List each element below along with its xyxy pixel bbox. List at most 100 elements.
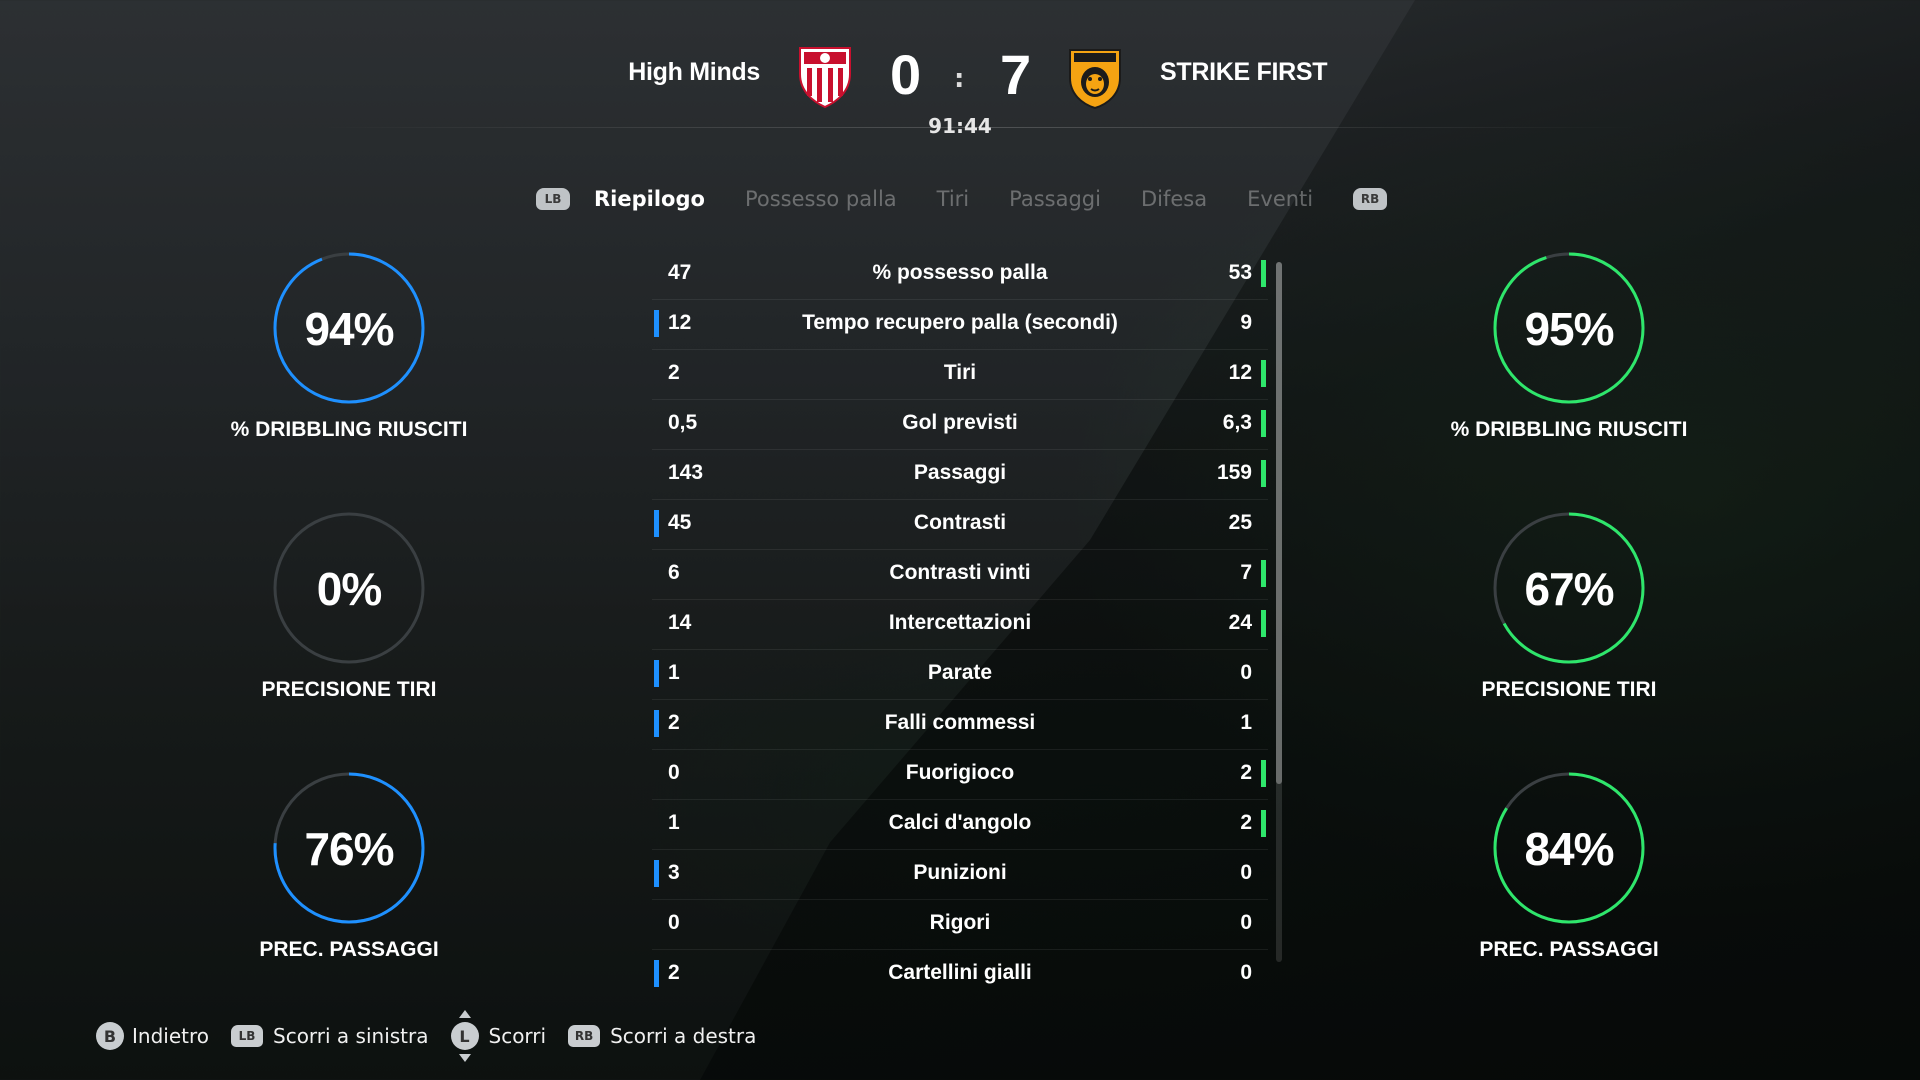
home-score: 0 bbox=[890, 43, 922, 106]
away-leader-marker bbox=[1261, 410, 1266, 437]
back-hint[interactable]: B Indietro bbox=[96, 1022, 209, 1050]
stat-label: % possesso palla bbox=[872, 261, 1048, 284]
stat-away-value: 7 bbox=[1240, 561, 1252, 584]
gauge-value: 95% bbox=[1524, 303, 1614, 355]
rb-button-icon: RB bbox=[568, 1025, 601, 1047]
tab-riepilogo[interactable]: Riepilogo bbox=[594, 187, 705, 211]
stat-away-value: 2 bbox=[1240, 811, 1252, 834]
stat-away-value: 0 bbox=[1240, 911, 1252, 934]
gauge-value: 67% bbox=[1524, 563, 1614, 615]
tab-tiri[interactable]: Tiri bbox=[937, 187, 969, 211]
stat-row: 1 Calci d'angolo 2 bbox=[652, 800, 1268, 850]
stat-label: Contrasti vinti bbox=[889, 561, 1031, 584]
stat-label: Passaggi bbox=[913, 461, 1007, 484]
scroll-hint[interactable]: L Scorri bbox=[450, 1010, 547, 1062]
rb-button-icon[interactable]: RB bbox=[1353, 188, 1388, 210]
stat-gauge: 76% PREC. PASSAGGI bbox=[199, 770, 499, 970]
stat-row: 143 Passaggi 159 bbox=[652, 450, 1268, 500]
stat-label: Calci d'angolo bbox=[888, 811, 1032, 834]
stat-row: 2 Tiri 12 bbox=[652, 350, 1268, 400]
scroll-left-label: Scorri a sinistra bbox=[273, 1024, 429, 1048]
stat-gauge: 84% PREC. PASSAGGI bbox=[1419, 770, 1719, 970]
gauge-label: PREC. PASSAGGI bbox=[1479, 938, 1659, 961]
gauge-value: 0% bbox=[316, 563, 382, 615]
away-leader-marker bbox=[1261, 460, 1266, 487]
stat-row: 0 Fuorigioco 2 bbox=[652, 750, 1268, 800]
gauge-value: 76% bbox=[304, 823, 394, 875]
stat-row: 2 Falli commessi 1 bbox=[652, 700, 1268, 750]
stat-row: 12 Tempo recupero palla (secondi) 9 bbox=[652, 300, 1268, 350]
gauge-label: PRECISIONE TIRI bbox=[1481, 678, 1657, 701]
away-leader-marker bbox=[1261, 760, 1266, 787]
home-team-name: High Minds bbox=[628, 58, 760, 86]
stat-label: Tempo recupero palla (secondi) bbox=[802, 311, 1118, 334]
stat-away-value: 1 bbox=[1240, 711, 1252, 734]
stat-row: 2 Cartellini gialli 0 bbox=[652, 950, 1268, 999]
match-header: High Minds 0 : 7 STRIKE FIRST 91:44 bbox=[0, 0, 1920, 150]
header-divider bbox=[320, 127, 1640, 128]
stat-label: Cartellini gialli bbox=[888, 961, 1032, 984]
back-label: Indietro bbox=[132, 1024, 209, 1048]
match-clock: 91:44 bbox=[928, 114, 992, 138]
away-leader-marker bbox=[1261, 810, 1266, 837]
stats-tab-bar: LB Riepilogo Possesso palla Tiri Passagg… bbox=[536, 184, 1388, 214]
stat-row: 3 Punizioni 0 bbox=[652, 850, 1268, 900]
stats-scrollbar-thumb[interactable] bbox=[1276, 262, 1282, 784]
gauge-label: % DRIBBLING RIUSCITI bbox=[230, 418, 468, 441]
gauge-label: % DRIBBLING RIUSCITI bbox=[1450, 418, 1688, 441]
stat-away-value: 0 bbox=[1240, 661, 1252, 684]
stat-away-value: 12 bbox=[1228, 361, 1252, 384]
gauge-value: 84% bbox=[1524, 823, 1614, 875]
stats-scrollbar[interactable] bbox=[1276, 262, 1282, 962]
scroll-right-hint[interactable]: RB Scorri a destra bbox=[568, 1024, 756, 1048]
stat-row: 1 Parate 0 bbox=[652, 650, 1268, 700]
stat-row: 47% possesso palla 53 bbox=[652, 250, 1268, 300]
stats-table[interactable]: 47% possesso palla 53 12 Tempo recupero pal… bbox=[652, 250, 1268, 999]
away-leader-marker bbox=[1261, 360, 1266, 387]
stat-away-value: 24 bbox=[1228, 611, 1252, 634]
tab-passaggi[interactable]: Passaggi bbox=[1009, 187, 1101, 211]
scroll-left-hint[interactable]: LB Scorri a sinistra bbox=[231, 1024, 429, 1048]
stat-label: Tiri bbox=[943, 361, 977, 384]
tab-eventi[interactable]: Eventi bbox=[1247, 187, 1313, 211]
stat-label: Gol previsti bbox=[902, 411, 1018, 434]
away-score: 7 bbox=[1000, 43, 1032, 106]
score-separator: : bbox=[954, 64, 965, 94]
b-button-icon: B bbox=[96, 1022, 124, 1050]
scroll-right-label: Scorri a destra bbox=[610, 1024, 757, 1048]
left-stick-icon: L bbox=[450, 1010, 479, 1062]
stat-label: Parate bbox=[927, 661, 993, 684]
stat-row: 6 Contrasti vinti 7 bbox=[652, 550, 1268, 600]
stat-away-value: 25 bbox=[1228, 511, 1252, 534]
stat-label: Rigori bbox=[929, 911, 991, 934]
lb-button-icon: LB bbox=[231, 1025, 263, 1047]
tab-difesa[interactable]: Difesa bbox=[1141, 187, 1207, 211]
stat-away-value: 0 bbox=[1240, 861, 1252, 884]
stat-row: 14 Intercettazioni 24 bbox=[652, 600, 1268, 650]
lb-button-icon[interactable]: LB bbox=[536, 188, 570, 210]
stat-label: Falli commessi bbox=[884, 711, 1036, 734]
stat-label: Fuorigioco bbox=[905, 761, 1015, 784]
away-team-name: STRIKE FIRST bbox=[1160, 58, 1328, 86]
gauge-label: PREC. PASSAGGI bbox=[259, 938, 439, 961]
gauge-value: 94% bbox=[304, 303, 394, 355]
stat-gauge: 95% % DRIBBLING RIUSCITI bbox=[1419, 250, 1719, 450]
stat-gauge: 94% % DRIBBLING RIUSCITI bbox=[199, 250, 499, 450]
sevilla-crest-icon bbox=[799, 47, 851, 109]
away-leader-marker bbox=[1261, 260, 1266, 287]
stat-away-value: 159 bbox=[1216, 461, 1252, 484]
stat-away-value: 6,3 bbox=[1222, 411, 1252, 434]
tab-possesso-palla[interactable]: Possesso palla bbox=[745, 187, 897, 211]
stat-gauge: 67% PRECISIONE TIRI bbox=[1419, 510, 1719, 710]
stat-row: 45 Contrasti 25 bbox=[652, 500, 1268, 550]
stat-away-value: 2 bbox=[1240, 761, 1252, 784]
gauge-label: PRECISIONE TIRI bbox=[261, 678, 437, 701]
stat-label: Punizioni bbox=[913, 861, 1007, 884]
scroll-label: Scorri bbox=[488, 1024, 547, 1048]
away-leader-marker bbox=[1261, 560, 1266, 587]
controller-hints: B Indietro LB Scorri a sinistra L Scorri… bbox=[96, 1010, 778, 1062]
stat-label: Intercettazioni bbox=[888, 611, 1032, 634]
hull-city-crest-icon bbox=[1069, 49, 1121, 110]
stat-row: 0,5 Gol previsti 6,3 bbox=[652, 400, 1268, 450]
stat-label: Contrasti bbox=[913, 511, 1007, 534]
